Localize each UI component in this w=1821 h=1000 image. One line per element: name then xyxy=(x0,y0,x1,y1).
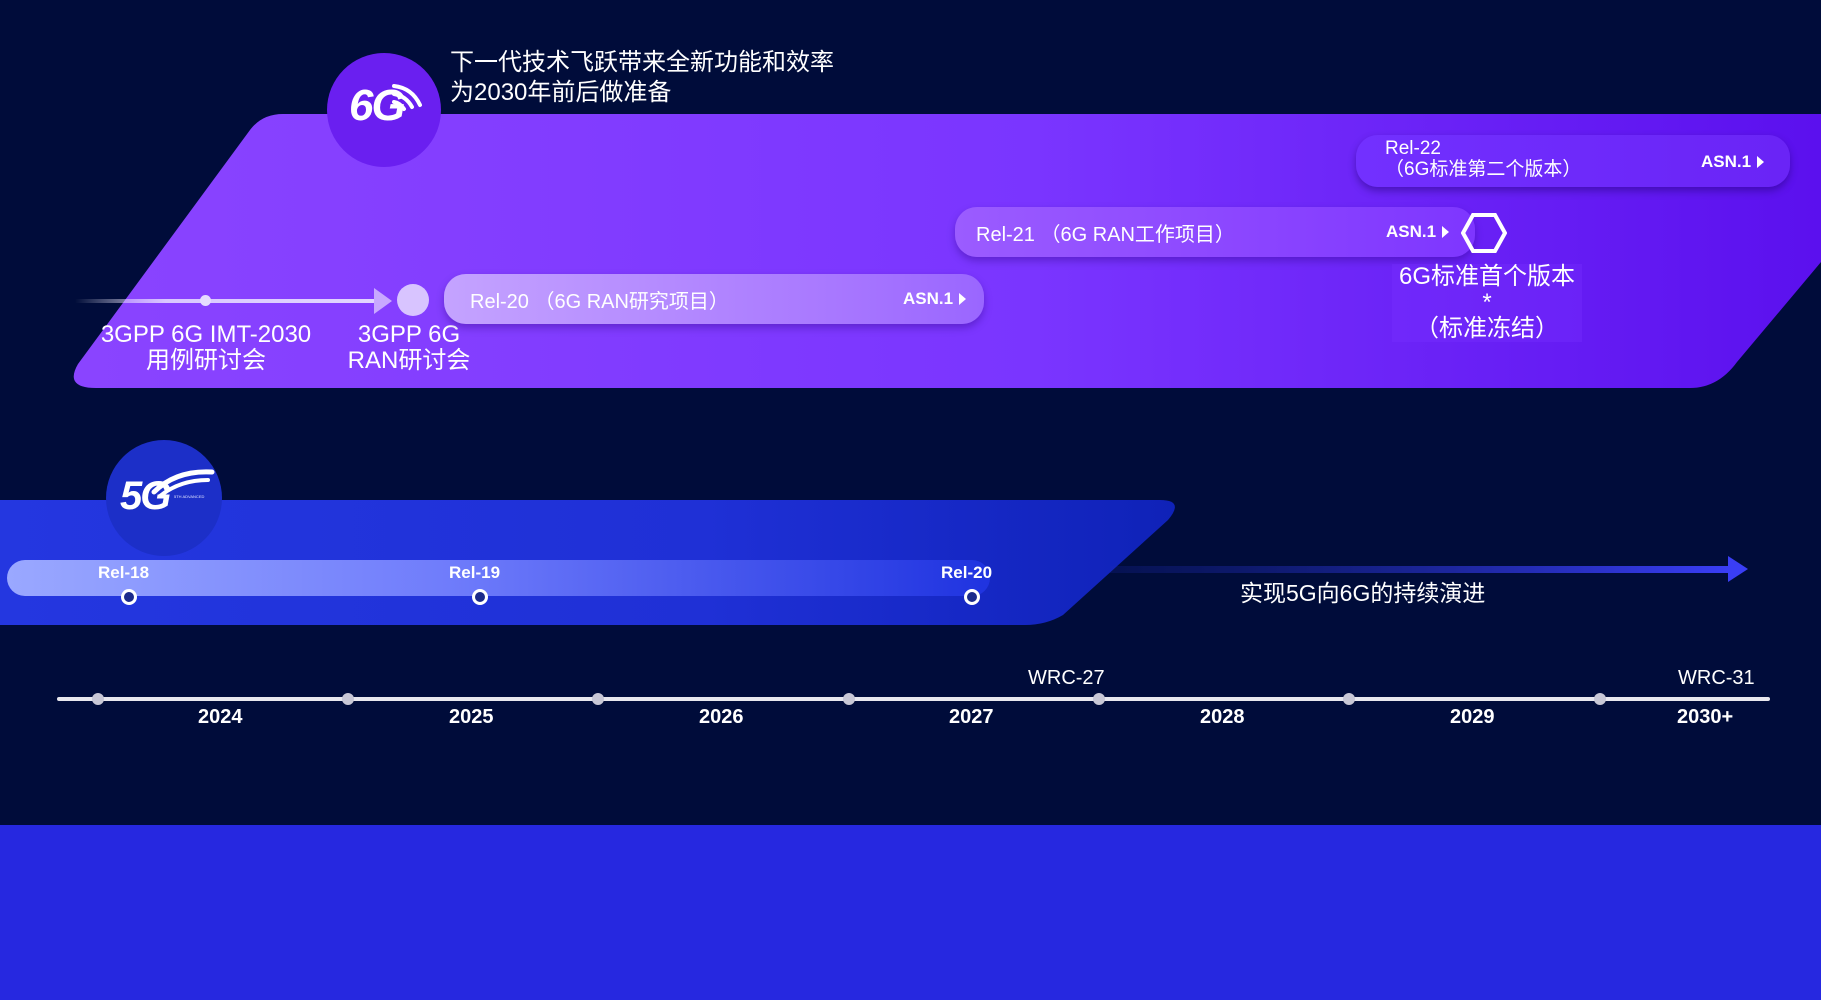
rel18-label: Rel-18 xyxy=(98,563,149,583)
6g-logo-badge: 6G xyxy=(327,53,441,167)
rel22-asn-marker: ASN.1 xyxy=(1701,152,1764,172)
rel19-marker xyxy=(472,589,488,605)
header-line-2: 为2030年前后做准备 xyxy=(450,78,834,108)
timeline-tick xyxy=(1343,693,1355,705)
evolution-label: 实现5G向6G的持续演进 xyxy=(1240,574,1485,608)
rel22-label: Rel-22 （6G标准第二个版本） xyxy=(1385,138,1581,180)
first-version-line-1: 6G标准首个版本 xyxy=(1392,264,1582,290)
year-2030-plus: 2030+ xyxy=(1677,706,1733,729)
header-text: 下一代技术飞跃带来全新功能和效率 为2030年前后做准备 xyxy=(450,48,834,108)
header-line-1: 下一代技术飞跃带来全新功能和效率 xyxy=(450,48,834,78)
year-2028: 2028 xyxy=(1200,706,1245,729)
rel20-5g-label: Rel-20 xyxy=(941,563,992,583)
first-version-label: 6G标准首个版本 * （标准冻结） xyxy=(1392,264,1582,342)
first-version-line-2: * xyxy=(1392,290,1582,316)
timeline-tick xyxy=(92,693,104,705)
hexagon-freeze-icon xyxy=(1461,212,1507,254)
timeline-tick xyxy=(1594,693,1606,705)
bottom-band xyxy=(0,825,1821,1000)
wrc31-label: WRC-31 xyxy=(1678,667,1755,690)
5g-logo-badge: 5G 5TH ADVANCED xyxy=(106,440,222,556)
workshop-1-line-1: 3GPP 6G IMT-2030 xyxy=(96,322,316,348)
timeline-tick xyxy=(843,693,855,705)
rel20-asn-label: ASN.1 xyxy=(903,289,953,309)
workshop-1-label: 3GPP 6G IMT-2030 用例研讨会 xyxy=(96,322,316,374)
5g-logo-subtext: 5TH ADVANCED xyxy=(174,494,204,499)
5g-logo-text: 5G xyxy=(120,474,169,519)
rel21-6g-label: Rel-21 （6G RAN工作项目） xyxy=(976,218,1235,247)
timeline-tick xyxy=(592,693,604,705)
year-2025: 2025 xyxy=(449,706,494,729)
rel22-asn-arrow-icon xyxy=(1757,156,1764,168)
rel21-asn-label: ASN.1 xyxy=(1386,222,1436,242)
rel20-asn-arrow-icon xyxy=(959,293,966,305)
workshop-2-line-2: RAN研讨会 xyxy=(337,348,481,374)
workshop-1-line-2: 用例研讨会 xyxy=(96,348,316,374)
first-version-line-3: （标准冻结） xyxy=(1392,316,1582,342)
rel22-label-line-1: Rel-22 xyxy=(1385,138,1581,159)
workshop-2-line-1: 3GPP 6G xyxy=(337,322,481,348)
wrc27-label: WRC-27 xyxy=(1028,667,1105,690)
year-2027: 2027 xyxy=(949,706,994,729)
year-2029: 2029 xyxy=(1450,706,1495,729)
rel19-label: Rel-19 xyxy=(449,563,500,583)
timeline-tick xyxy=(342,693,354,705)
rel20-6g-label: Rel-20 （6G RAN研究项目） xyxy=(470,285,729,314)
rel18-marker xyxy=(121,589,137,605)
workshop-1-dot xyxy=(200,295,211,306)
year-2026: 2026 xyxy=(699,706,744,729)
rel21-asn-arrow-icon xyxy=(1442,226,1449,238)
6g-logo-text: 6G xyxy=(349,81,404,131)
workshop-2-label: 3GPP 6G RAN研讨会 xyxy=(337,322,481,374)
timeline-tick xyxy=(1093,693,1105,705)
rel22-label-line-2: （6G标准第二个版本） xyxy=(1385,159,1581,180)
rel20-asn-marker: ASN.1 xyxy=(903,289,966,309)
workshop-2-dot xyxy=(397,284,429,316)
rel22-asn-label: ASN.1 xyxy=(1701,152,1751,172)
rel20-5g-marker xyxy=(964,589,980,605)
rel21-asn-marker: ASN.1 xyxy=(1386,222,1449,242)
year-2024: 2024 xyxy=(198,706,243,729)
